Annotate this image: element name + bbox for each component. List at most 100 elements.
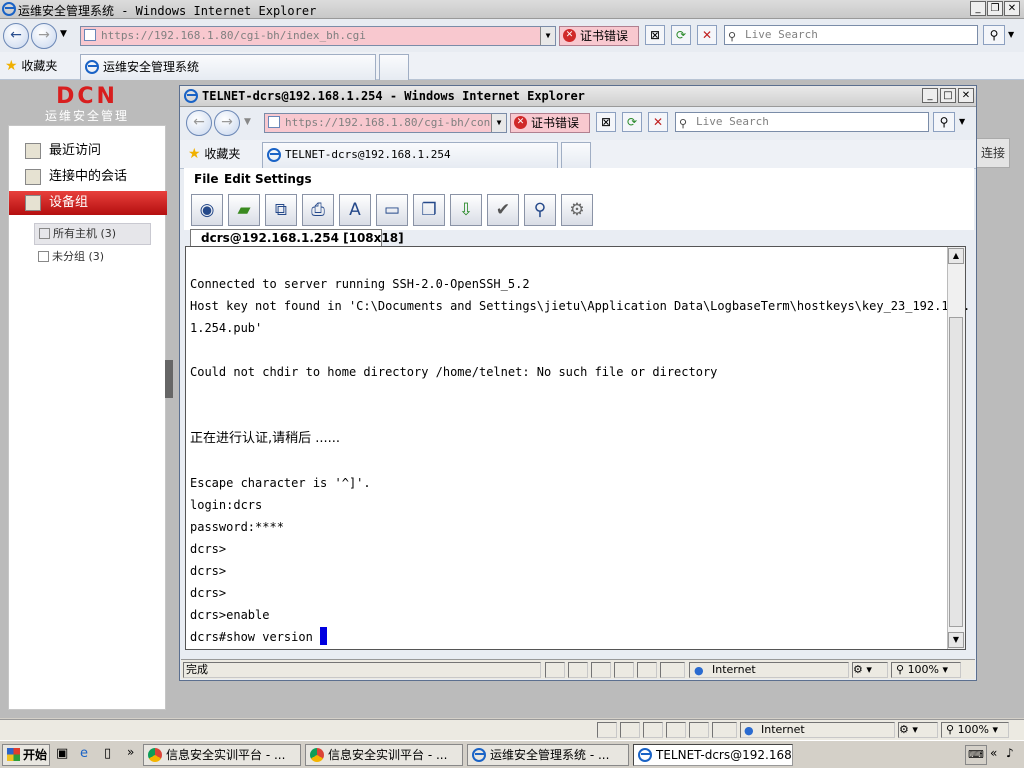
search-options-icon[interactable]: ▼ [1008, 30, 1014, 39]
copy-document-icon[interactable]: ❐ [413, 194, 445, 226]
popup-cert-error[interactable]: ✕ 证书错误 [510, 113, 590, 133]
print-icon[interactable]: ⎙ [302, 194, 334, 226]
popup-zoom-control[interactable]: ⚲ 100% ▾ [891, 662, 961, 678]
refresh-icon[interactable]: ⟳ [671, 25, 691, 45]
start-label: 开始 [23, 748, 48, 762]
quicklaunch-ie-icon[interactable]: e [80, 746, 88, 761]
popup-favorites-button[interactable]: ★ 收藏夹 [188, 145, 240, 162]
connect-icon[interactable]: ◉ [191, 194, 223, 226]
main-address-bar[interactable]: https://192.168.1.80/cgi-bh/index_bh.cgi… [80, 26, 556, 46]
settings-gear-icon[interactable]: ⚙ [561, 194, 593, 226]
popup-close-button[interactable]: ✕ [958, 88, 974, 103]
transfer-icon[interactable]: ⇩ [450, 194, 482, 226]
popup-search-go-icon[interactable]: ⚲ [933, 112, 955, 132]
popup-address-bar[interactable]: https://192.168.1.80/cgi-bh/contro ▼ [264, 113, 507, 133]
sidebar-item-active-sessions[interactable]: 连接中的会话 [9, 165, 167, 189]
start-button[interactable]: 开始 [2, 744, 50, 766]
menu-file[interactable]: File [194, 172, 219, 186]
terminal-screen[interactable]: Connected to server running SSH-2.0-Open… [185, 246, 970, 650]
page-icon [268, 116, 280, 128]
minimize-button[interactable]: _ [970, 1, 986, 16]
sidebar-collapse-handle[interactable] [165, 360, 173, 398]
tree-item-all-hosts[interactable]: 所有主机 (3) [34, 223, 151, 245]
popup-refresh-icon[interactable]: ⟳ [622, 112, 642, 132]
sidebar-item-recent[interactable]: 最近访问 [9, 139, 167, 163]
right-panel-fragment[interactable]: 连接 [976, 138, 1010, 168]
volume-icon[interactable]: ♪ [1006, 746, 1014, 760]
tray-expand-icon[interactable]: « [990, 746, 997, 760]
star-icon: ★ [5, 58, 18, 74]
popup-address-dropdown-icon[interactable]: ▼ [491, 114, 506, 132]
popup-history-dropdown-icon[interactable]: ▼ [244, 117, 251, 127]
quicklaunch-more-icon[interactable]: » [127, 745, 134, 759]
ie-icon [184, 89, 198, 103]
zoom-icon: ⚲ [946, 723, 955, 736]
popup-stop-icon[interactable]: ✕ [648, 112, 668, 132]
popup-favorites-bar: ★ 收藏夹 TELNET-dcrs@192.168.1.254 [180, 140, 976, 169]
popup-protected-mode-icon[interactable]: ⚙ ▾ [852, 662, 888, 678]
popup-new-tab-button[interactable] [561, 142, 591, 168]
menu-edit[interactable]: Edit [224, 172, 251, 186]
popup-compatibility-icon[interactable]: ⊠ [596, 112, 616, 132]
main-zone-indicator[interactable]: ● Internet [740, 722, 895, 738]
keyboard-icon[interactable]: ⌨ [965, 745, 987, 765]
popup-minimize-button[interactable]: _ [922, 88, 938, 103]
font-icon[interactable]: A [339, 194, 371, 226]
popup-back-button[interactable]: ← [186, 110, 212, 136]
status-cell [637, 662, 657, 678]
stop-icon[interactable]: ✕ [697, 25, 717, 45]
task-item-active[interactable]: TELNET-dcrs@192.168... [633, 744, 793, 766]
new-tab-button[interactable] [379, 54, 409, 80]
favorites-button[interactable]: ★ 收藏夹 [5, 57, 57, 74]
main-address-text: https://192.168.1.80/cgi-bh/index_bh.cgi [101, 29, 366, 42]
menu-settings[interactable]: Settings [255, 172, 312, 186]
forward-button[interactable]: → [31, 23, 57, 49]
search-icon[interactable]: ⚲ [524, 194, 556, 226]
copy-screen-icon[interactable]: ⧉ [265, 194, 297, 226]
ie-icon [638, 748, 652, 762]
sidebar-item-device-group[interactable]: 设备组 [9, 191, 167, 215]
status-cell [689, 722, 709, 738]
popup-search-options-icon[interactable]: ▼ [959, 117, 965, 126]
check-icon[interactable]: ✔ [487, 194, 519, 226]
show-desktop-icon[interactable]: ▣ [56, 746, 68, 761]
main-nav-bar: ← → ▼ https://192.168.1.80/cgi-bh/index_… [0, 19, 1024, 52]
close-button[interactable]: ✕ [1004, 1, 1020, 16]
terminal-output: Connected to server running SSH-2.0-Open… [190, 273, 970, 648]
open-folder-icon[interactable]: ▰ [228, 194, 260, 226]
status-cell [597, 722, 617, 738]
terminal-line: Escape character is '^]'. [190, 476, 371, 490]
terminal-menu-bar: File Edit Settings [184, 168, 974, 190]
main-cert-error[interactable]: ✕ 证书错误 [559, 26, 639, 46]
popup-zone-indicator[interactable]: ● Internet [689, 662, 849, 678]
address-dropdown-icon[interactable]: ▼ [540, 27, 555, 45]
tree-item-ungrouped[interactable]: 未分组 (3) [34, 247, 151, 267]
task-item[interactable]: 信息安全实训平台 - ... [305, 744, 463, 766]
main-search-input[interactable]: ⚲ Live Search [724, 25, 978, 45]
popup-maximize-button[interactable]: □ [940, 88, 956, 103]
task-item[interactable]: 运维安全管理系统 - ... [467, 744, 629, 766]
terminal-line: dcrs> [190, 586, 227, 600]
main-tab[interactable]: 运维安全管理系统 [80, 54, 376, 80]
main-zoom-control[interactable]: ⚲ 100% ▾ [941, 722, 1009, 738]
popup-forward-button[interactable]: → [214, 110, 240, 136]
compatibility-icon[interactable]: ⊠ [645, 25, 665, 45]
task-label: 信息安全实训平台 - ... [166, 748, 286, 762]
task-item[interactable]: 信息安全实训平台 - ... [143, 744, 301, 766]
terminal-line: Could not chdir to home directory /home/… [190, 365, 718, 379]
popup-search-input[interactable]: ⚲ Live Search [675, 112, 929, 132]
restore-button[interactable]: ❐ [987, 1, 1003, 16]
search-go-icon[interactable]: ⚲ [983, 25, 1005, 45]
scroll-down-icon[interactable]: ▼ [948, 632, 964, 648]
scroll-up-icon[interactable]: ▲ [948, 248, 964, 264]
cert-error-shield-icon: ✕ [514, 116, 527, 129]
quicklaunch-app-icon[interactable]: ▯ [104, 746, 111, 761]
new-document-icon[interactable]: ▭ [376, 194, 408, 226]
scroll-thumb[interactable] [949, 317, 963, 627]
terminal-scrollbar[interactable]: ▲ ▼ [947, 247, 965, 649]
history-dropdown-icon[interactable]: ▼ [60, 29, 67, 39]
back-button[interactable]: ← [3, 23, 29, 49]
session-tab[interactable]: dcrs@192.168.1.254 [108x18] [190, 229, 404, 247]
protected-mode-icon[interactable]: ⚙ ▾ [898, 722, 938, 738]
popup-tab[interactable]: TELNET-dcrs@192.168.1.254 [262, 142, 558, 168]
